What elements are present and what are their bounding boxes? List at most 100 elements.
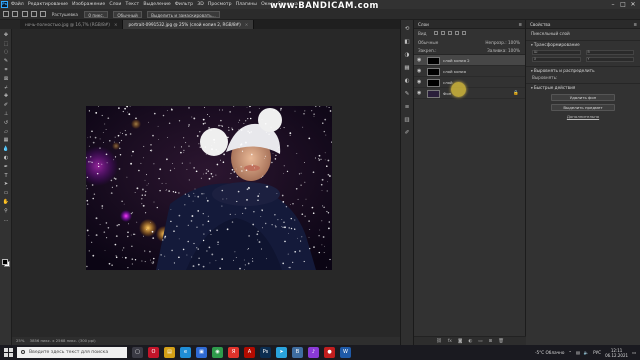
maximize-icon[interactable]: □: [618, 0, 628, 9]
visibility-eye-icon[interactable]: ◉: [417, 91, 422, 96]
lock-icon[interactable]: 🔒: [513, 91, 519, 96]
opacity-field[interactable]: Непрозр.: 100%: [485, 38, 520, 47]
blur-tool-icon[interactable]: 💧: [2, 146, 10, 152]
filter-adjust-icon[interactable]: [441, 31, 445, 35]
music-icon[interactable]: ♪: [308, 347, 319, 358]
shape-tool-icon[interactable]: ▭: [2, 190, 10, 196]
taskbar-search-box[interactable]: Введите здесь текст для поиска: [17, 347, 127, 358]
channels-icon[interactable]: ≡: [403, 104, 411, 111]
zoom-tool-icon[interactable]: ⚲: [2, 208, 10, 214]
store-icon[interactable]: ▣: [196, 347, 207, 358]
new-layer-icon[interactable]: ⊞: [489, 339, 493, 344]
minimize-icon[interactable]: –: [608, 0, 618, 9]
home-icon[interactable]: [3, 11, 9, 17]
panel-menu-icon[interactable]: ≡: [633, 20, 637, 29]
add-mask-icon[interactable]: ◙: [458, 339, 462, 344]
layer-row[interactable]: ◉ Фон 🔒: [414, 88, 525, 99]
close-tab-icon[interactable]: ×: [114, 22, 118, 27]
document-canvas-photo[interactable]: [86, 106, 332, 270]
menu-item[interactable]: Файл: [11, 2, 24, 7]
eraser-tool-icon[interactable]: ▱: [2, 129, 10, 135]
filter-shape-icon[interactable]: [455, 31, 459, 35]
marquee-tool-icon[interactable]: [12, 11, 19, 17]
add-selection-icon[interactable]: [31, 11, 38, 17]
layer-row[interactable]: ◉ слой копия 2: [414, 55, 525, 66]
visibility-eye-icon[interactable]: ◉: [417, 58, 422, 63]
type-tool-icon[interactable]: T: [2, 173, 10, 179]
style-select[interactable]: Обычный: [113, 11, 142, 18]
filter-smart-icon[interactable]: [462, 31, 466, 35]
layer-name[interactable]: слой копия 2: [443, 55, 470, 66]
menu-item[interactable]: Редактирование: [28, 2, 68, 7]
foreground-color-swatch[interactable]: [2, 259, 8, 265]
align-section[interactable]: Выровнять и распределить: [526, 66, 640, 74]
visibility-eye-icon[interactable]: ◉: [417, 80, 422, 85]
healing-brush-icon[interactable]: ✚: [2, 93, 10, 99]
lasso-tool-icon[interactable]: ◌: [2, 49, 10, 55]
layer-name[interactable]: слой копия: [443, 66, 466, 77]
notifications-icon[interactable]: ▭: [632, 350, 636, 355]
filter-kind-select[interactable]: Вид: [418, 31, 427, 36]
quick-actions-section[interactable]: Быстрые действия: [526, 83, 640, 91]
menu-item[interactable]: Плагины: [236, 2, 257, 7]
frame-tool-icon[interactable]: ⊠: [2, 76, 10, 82]
word-icon[interactable]: W: [340, 347, 351, 358]
history-brush-icon[interactable]: ↺: [2, 120, 10, 126]
panel-menu-icon[interactable]: ≡: [518, 20, 522, 29]
transform-section[interactable]: Трансформирование: [526, 40, 640, 48]
select-subject-button[interactable]: Выделить предмет: [551, 104, 615, 111]
menu-item[interactable]: Фильтр: [175, 2, 193, 7]
layers-icon[interactable]: ◧: [403, 39, 411, 46]
history-icon[interactable]: ⟲: [403, 26, 411, 33]
subtract-selection-icon[interactable]: [40, 11, 47, 17]
hand-tool-icon[interactable]: ✋: [2, 199, 10, 205]
windows-start-icon[interactable]: [4, 348, 13, 357]
transform-input[interactable]: Ш: [532, 50, 581, 55]
group-icon[interactable]: ▭: [478, 339, 482, 344]
dodge-tool-icon[interactable]: ◐: [2, 155, 10, 161]
remove-background-button[interactable]: Удалить фон: [551, 94, 615, 101]
close-icon[interactable]: ✕: [628, 0, 638, 9]
transform-input[interactable]: Y: [585, 57, 634, 62]
document-tab[interactable]: portrait-0991532.jpg @ 25% (слой копия 2…: [123, 20, 255, 29]
properties-panel-title[interactable]: Свойства: [530, 22, 550, 27]
blend-mode-select[interactable]: Обычные: [418, 40, 438, 45]
transform-input[interactable]: В: [585, 50, 634, 55]
brush-settings-icon[interactable]: ✐: [403, 130, 411, 137]
explorer-icon[interactable]: ▤: [164, 347, 175, 358]
more-link[interactable]: Дополнительно: [551, 114, 615, 119]
color-icon[interactable]: ◑: [403, 52, 411, 59]
new-selection-icon[interactable]: [21, 11, 28, 17]
tray-chevron-icon[interactable]: ⌃: [568, 350, 572, 355]
visibility-eye-icon[interactable]: ◉: [417, 69, 422, 74]
photoshop-icon[interactable]: Ps: [260, 347, 271, 358]
link-layers-icon[interactable]: ⛓: [436, 339, 442, 344]
path-select-icon[interactable]: ➤: [2, 181, 10, 187]
filter-type-icon[interactable]: [448, 31, 452, 35]
layer-thumbnail[interactable]: [427, 56, 440, 65]
brush-tool-icon[interactable]: ✐: [2, 102, 10, 108]
crop-tool-icon[interactable]: ⌗: [2, 67, 10, 73]
menu-item[interactable]: Просмотр: [208, 2, 232, 7]
eyedropper-tool-icon[interactable]: ⌿: [2, 85, 10, 91]
filter-pixel-icon[interactable]: [434, 31, 438, 35]
opera-icon[interactable]: O: [148, 347, 159, 358]
layers-panel-title[interactable]: Слои: [418, 22, 429, 27]
network-icon[interactable]: ▤: [576, 350, 580, 355]
task-view-icon[interactable]: ▢: [132, 347, 143, 358]
layer-thumbnail[interactable]: [427, 78, 440, 87]
clock[interactable]: 12:11 06.12.2021: [605, 348, 628, 358]
fx-icon[interactable]: fx: [448, 339, 452, 344]
volume-icon[interactable]: 🔈: [584, 350, 589, 356]
vk-icon[interactable]: B: [292, 347, 303, 358]
layer-thumbnail[interactable]: [427, 89, 440, 98]
quick-select-tool-icon[interactable]: ✎: [2, 58, 10, 64]
language-indicator[interactable]: РУС: [593, 350, 601, 355]
yandex-icon[interactable]: Я: [228, 347, 239, 358]
gradient-tool-icon[interactable]: ▦: [2, 137, 10, 143]
weather-widget[interactable]: -5°C Облачно: [535, 350, 564, 355]
more-tools-icon[interactable]: …: [2, 217, 10, 223]
acrobat-icon[interactable]: A: [244, 347, 255, 358]
telegram-icon[interactable]: ➤: [276, 347, 287, 358]
select-and-mask-button[interactable]: Выделить и замаскировать...: [147, 11, 220, 18]
